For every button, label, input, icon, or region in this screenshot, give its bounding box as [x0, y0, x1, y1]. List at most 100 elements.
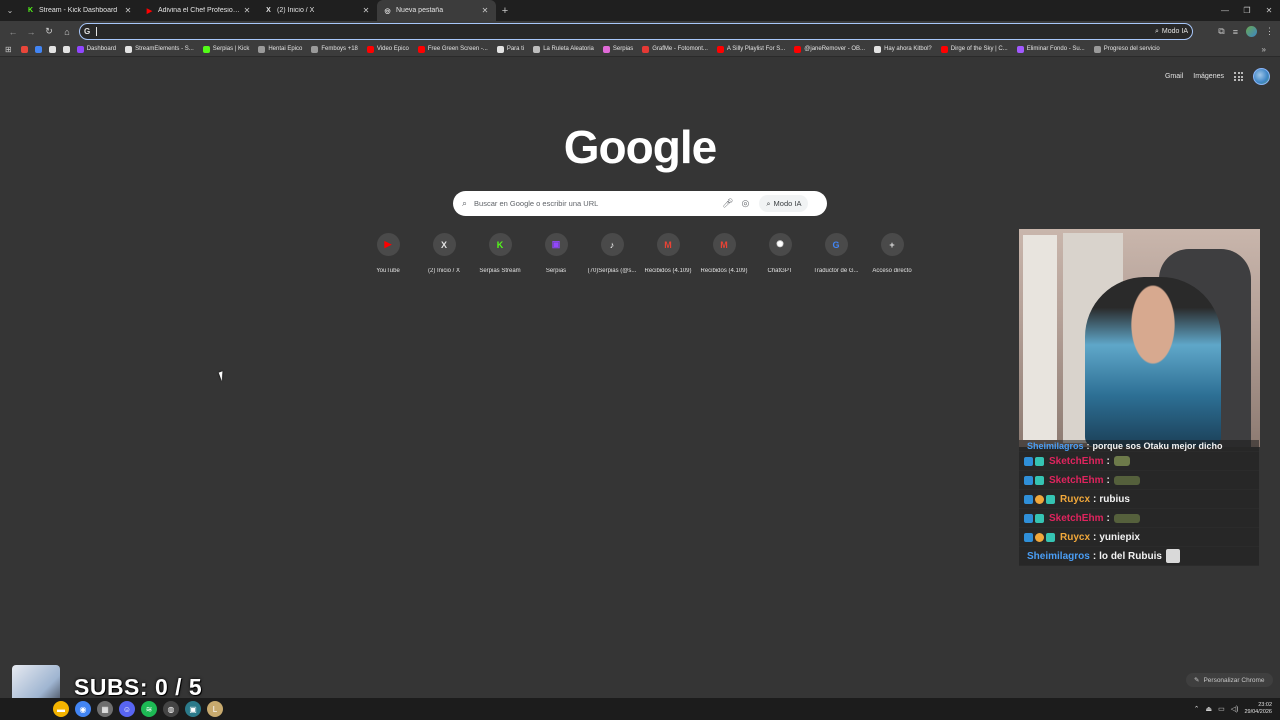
store-icon[interactable]: ▣: [185, 701, 201, 717]
webcam-streamer: [1085, 277, 1221, 447]
shortcut-icon: G: [824, 233, 848, 256]
bookmark-item[interactable]: La Ruleta Aleatoria: [533, 45, 594, 53]
google-apps-icon[interactable]: [1234, 72, 1243, 81]
bookmark-item[interactable]: Hay ahora Kitbol?: [874, 45, 932, 53]
bookmark-item[interactable]: Free Green Screen -...: [417, 45, 488, 53]
bookmark-label: Femboys +18: [321, 46, 358, 52]
shortcut-tile[interactable]: ✺ ChatGPT: [752, 233, 808, 274]
lens-camera-icon[interactable]: ◎: [741, 198, 749, 209]
browser-tab[interactable]: ◎ Nueva pestaña ✕: [377, 0, 496, 21]
menu-dots-icon[interactable]: ⋮: [1265, 26, 1274, 37]
apps-grid-icon[interactable]: ⊞: [5, 45, 12, 54]
tab-search-icon[interactable]: ⌄: [0, 0, 20, 21]
address-bar[interactable]: G ⌕ Modo IA: [79, 23, 1193, 40]
shortcut-tile[interactable]: X (2) Inicio / X: [416, 233, 472, 274]
bookmark-item[interactable]: Progreso del servicio: [1093, 45, 1160, 53]
ai-mode-button[interactable]: ⌕ Modo IA: [759, 195, 809, 212]
bookmark-item[interactable]: Dashboard: [76, 45, 116, 53]
taskbar-clock[interactable]: 23:02 29/04/2026: [1244, 702, 1272, 716]
media-icon[interactable]: ≡: [1233, 27, 1238, 37]
tab-close-icon[interactable]: ✕: [480, 6, 490, 15]
shortcut-tile[interactable]: K Serpias Stream: [472, 233, 528, 274]
webcam-overlay: [1019, 229, 1260, 447]
bookmark-item[interactable]: [34, 45, 45, 53]
bookmark-item[interactable]: Video Epico: [366, 45, 409, 53]
shortcut-tile[interactable]: + Acceso directo: [864, 233, 920, 274]
discord-icon[interactable]: ☺: [119, 701, 135, 717]
chat-message: Ruycx: yuniepix: [1019, 528, 1259, 547]
chat-text: yuniepix: [1099, 531, 1140, 543]
app-icon[interactable]: ▦: [97, 701, 113, 717]
tab-title: Stream - Kick Dashboard: [39, 7, 118, 14]
shortcut-tile[interactable]: M Recibidos (4.109): [640, 233, 696, 274]
bookmark-item[interactable]: Dirge of the Sky | C...: [940, 45, 1008, 53]
spotify-icon[interactable]: ≋: [141, 701, 157, 717]
account-avatar[interactable]: [1253, 68, 1270, 85]
bookmark-item[interactable]: [20, 45, 31, 53]
chat-badge-icon: [1035, 532, 1044, 542]
shortcut-tile[interactable]: ▶ YouTube: [360, 233, 416, 274]
volume-icon[interactable]: ◁): [1231, 705, 1239, 713]
bookmark-item[interactable]: Hentai Epico: [258, 45, 302, 53]
profile-avatar[interactable]: [1246, 26, 1257, 37]
bookmark-item[interactable]: [48, 45, 59, 53]
shortcut-icon: X: [432, 233, 456, 256]
browser-tab[interactable]: ▶ Adivina el Chef Profesional - Yo✕: [139, 0, 258, 21]
tab-favicon-icon: X: [266, 7, 271, 14]
usb-icon[interactable]: ⏏: [1206, 705, 1213, 713]
league-icon[interactable]: L: [207, 701, 223, 717]
network-icon[interactable]: ▭: [1218, 705, 1225, 713]
maximize-icon[interactable]: ❐: [1236, 6, 1258, 15]
extensions-icon[interactable]: ⧉: [1218, 26, 1224, 37]
chrome-icon[interactable]: ◉: [75, 701, 91, 717]
tray-chevron-icon[interactable]: ⌃: [1194, 705, 1200, 713]
bookmark-label: Video Epico: [376, 46, 409, 52]
tab-close-icon[interactable]: ✕: [242, 6, 252, 15]
shortcut-icon: M: [712, 233, 736, 256]
bookmark-item[interactable]: A Silly Playlist For S...: [716, 45, 786, 53]
browser-tab[interactable]: X (2) Inicio / X ✕: [258, 0, 377, 21]
tab-close-icon[interactable]: ✕: [123, 6, 133, 15]
bookmark-item[interactable]: StreamElements - S...: [125, 45, 194, 53]
gmail-link[interactable]: Gmail: [1165, 73, 1183, 80]
new-tab-icon[interactable]: +: [496, 5, 514, 17]
chat-username: SketchEhm: [1049, 474, 1104, 486]
bookmark-label: GrafMe - Fotomont...: [652, 46, 708, 52]
bookmark-item[interactable]: Serpias: [602, 45, 633, 53]
back-icon[interactable]: ←: [4, 27, 22, 37]
obs-icon[interactable]: ◍: [163, 701, 179, 717]
omnibox-ai-mode-button[interactable]: ⌕ Modo IA: [1155, 26, 1188, 37]
shortcut-tile[interactable]: G Traductor de G...: [808, 233, 864, 274]
customize-chrome-button[interactable]: ✎ Personalizar Chrome: [1186, 673, 1273, 687]
home-icon[interactable]: ⌂: [58, 27, 76, 37]
chat-separator: :: [1093, 531, 1097, 543]
bookmark-item[interactable]: Para ti: [496, 45, 524, 53]
bookmark-item[interactable]: [62, 45, 73, 53]
bookmark-label: A Silly Playlist For S...: [726, 46, 786, 52]
minimize-icon[interactable]: —: [1214, 6, 1236, 15]
search-input[interactable]: [474, 199, 715, 208]
shortcut-icon: ✺: [768, 233, 792, 256]
browser-tab[interactable]: K Stream - Kick Dashboard ✕: [20, 0, 139, 21]
bookmark-item[interactable]: @janeRemover - OB...: [794, 45, 865, 53]
bookmark-item[interactable]: Eliminar Fondo - Su...: [1016, 45, 1085, 53]
chat-message: SketchEhm:: [1019, 452, 1259, 471]
tab-close-icon[interactable]: ✕: [361, 6, 371, 15]
images-link[interactable]: Imágenes: [1193, 73, 1224, 80]
forward-icon[interactable]: →: [22, 27, 40, 37]
search-box[interactable]: ⌕ 🎤︎ ◎ ⌕ Modo IA: [453, 191, 827, 216]
bookmark-item[interactable]: Femboys +18: [311, 45, 358, 53]
files-icon[interactable]: ▬: [53, 701, 69, 717]
shortcut-tile[interactable]: ♪ (70)Serpias (@s...: [584, 233, 640, 274]
bookmark-item[interactable]: Serpias | Kick: [202, 45, 250, 53]
close-window-icon[interactable]: ✕: [1258, 6, 1280, 15]
bookmark-favicon-icon: [202, 45, 210, 53]
reload-icon[interactable]: ↻: [40, 26, 58, 37]
webcam-background-shelf: [1023, 235, 1057, 440]
microphone-icon[interactable]: 🎤︎: [722, 198, 733, 209]
bookmarks-overflow-icon[interactable]: »: [1262, 45, 1266, 54]
shortcut-tile[interactable]: ▣ Serpias: [528, 233, 584, 274]
bookmark-label: Serpias | Kick: [212, 46, 250, 52]
bookmark-item[interactable]: GrafMe - Fotomont...: [642, 45, 708, 53]
shortcut-tile[interactable]: M Recibidos (4.109): [696, 233, 752, 274]
